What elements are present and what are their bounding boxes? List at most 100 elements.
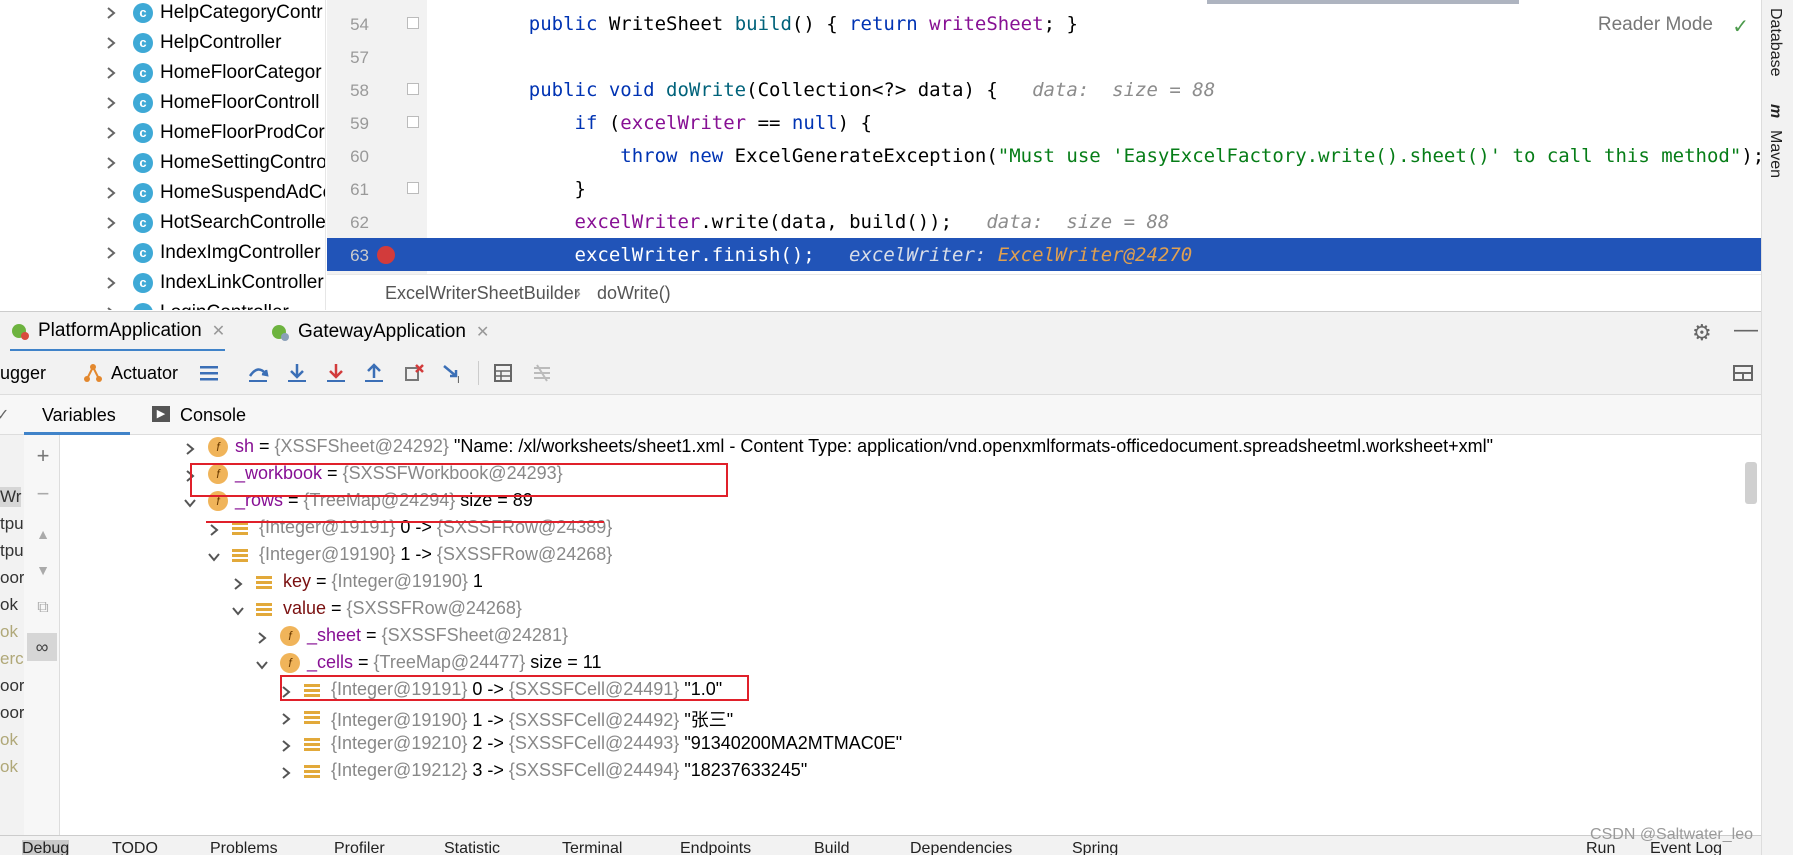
code-line[interactable]: 54 public WriteSheet build() { return wr… (327, 7, 1761, 40)
tree-item[interactable]: c HomeFloorControll (0, 88, 325, 118)
variable-row[interactable]: value = {SXSSFRow@24268} (61, 595, 1751, 625)
tab-console[interactable]: Console (180, 405, 246, 426)
fold-icon[interactable] (407, 83, 419, 95)
database-tool-tab[interactable]: Database (1766, 8, 1784, 77)
menu-icon[interactable] (198, 362, 220, 384)
tool-window-debug[interactable]: Debug (22, 840, 70, 855)
tool-window-profiler[interactable]: Profiler (334, 840, 385, 855)
tree-item[interactable]: c HelpController (0, 28, 325, 58)
execution-line[interactable]: 63 excelWriter.finish(); excelWriter: Ex… (327, 238, 1761, 271)
code-line[interactable]: 57 (327, 40, 1761, 73)
chevron-right-icon[interactable] (183, 440, 197, 455)
add-watch-icon[interactable]: + (32, 445, 54, 467)
tree-item[interactable]: c HomeFloorProdCor (0, 118, 325, 148)
settings-gear-icon[interactable]: ⚙ (1692, 320, 1712, 346)
maven-tool-tab[interactable]: Maven (1766, 130, 1784, 178)
variables-scrollbar[interactable] (1745, 462, 1757, 504)
remove-watch-icon[interactable]: − (32, 483, 54, 505)
frame-item-cropped[interactable]: ok (0, 757, 18, 777)
tool-window-todo[interactable]: TODO (112, 840, 158, 855)
chevron-right-icon[interactable] (279, 764, 293, 779)
frame-item-cropped[interactable]: oor (0, 676, 24, 696)
tree-item[interactable]: c IndexLinkController (0, 268, 325, 298)
chevron-right-icon[interactable] (104, 306, 118, 310)
fold-icon[interactable] (407, 17, 419, 29)
chevron-right-icon[interactable] (231, 575, 245, 590)
collapse-icon[interactable]: ✓ (0, 405, 9, 425)
step-into-icon[interactable] (286, 362, 308, 384)
chevron-right-icon[interactable] (104, 156, 118, 170)
frame-item-cropped[interactable]: oor (0, 703, 24, 723)
tree-item[interactable]: c LoginController (0, 298, 325, 310)
tool-window-terminal[interactable]: Terminal (562, 840, 622, 855)
chevron-right-icon[interactable] (255, 629, 269, 644)
chevron-right-icon[interactable] (104, 276, 118, 290)
tool-window-build[interactable]: Build (814, 840, 850, 855)
tool-window-endpoints[interactable]: Endpoints (680, 840, 751, 855)
variable-row[interactable]: {Integer@19191} 0 -> {SXSSFRow@24389} (61, 514, 1751, 544)
debugger-tab[interactable]: ugger (0, 363, 46, 384)
frame-item-cropped[interactable]: tpu (0, 514, 24, 534)
drop-frame-icon[interactable] (403, 362, 425, 384)
copy-icon[interactable]: ⧉ (32, 597, 54, 619)
breadcrumb-class[interactable]: ExcelWriterSheetBuilder (385, 283, 580, 304)
code-line[interactable]: 62 excelWriter.write(data, build()); dat… (327, 205, 1761, 238)
tab-gateway-application[interactable]: GatewayApplication ✕ (270, 312, 489, 352)
tool-window-statistic[interactable]: Statistic (444, 840, 500, 855)
code-editor[interactable]: Reader Mode ✓ 54 public WriteSheet build… (327, 0, 1761, 310)
variable-row[interactable]: key = {Integer@19190} 1 (61, 568, 1751, 598)
fold-icon[interactable] (407, 116, 419, 128)
chevron-right-icon[interactable] (104, 66, 118, 80)
tool-window-dependencies[interactable]: Dependencies (910, 840, 1012, 855)
chevron-right-icon[interactable] (207, 521, 221, 536)
chevron-right-icon[interactable] (104, 96, 118, 110)
layout-options-icon[interactable] (1732, 362, 1754, 384)
chevron-down-icon[interactable] (255, 656, 269, 670)
tree-item[interactable]: c IndexImgController (0, 238, 325, 268)
tree-item[interactable]: c HomeSuspendAdCo (0, 178, 325, 208)
frame-item-cropped[interactable]: ok (0, 730, 18, 750)
breadcrumb-method[interactable]: doWrite() (597, 283, 671, 304)
frames-panel[interactable]: Wr tpu tpu oor ok ok erc oor oor ok ok (0, 435, 24, 835)
variable-row[interactable]: f sh = {XSSFSheet@24292} "Name: /xl/works… (61, 435, 1751, 463)
code-line[interactable]: 61 } (327, 172, 1761, 205)
tree-item[interactable]: c HelpCategoryContr (0, 0, 325, 28)
variable-row[interactable]: {Integer@19190} 1 -> {SXSSFCell@24492} "… (61, 703, 1751, 733)
tree-item[interactable]: c HomeFloorCategor (0, 58, 325, 88)
chevron-down-icon[interactable] (231, 602, 245, 616)
tool-window-spring[interactable]: Spring (1072, 840, 1118, 855)
frame-item-cropped[interactable]: erc (0, 649, 24, 669)
tree-item[interactable]: c HotSearchControlle (0, 208, 325, 238)
variable-row[interactable]: {Integer@19212} 3 -> {SXSSFCell@24494} "… (61, 757, 1751, 787)
code-line[interactable]: 58 public void doWrite(Collection<?> dat… (327, 73, 1761, 106)
fold-icon[interactable] (407, 182, 419, 194)
tool-window-problems[interactable]: Problems (210, 840, 278, 855)
breakpoint-icon[interactable] (377, 246, 395, 264)
run-to-cursor-icon[interactable]: I (442, 362, 464, 386)
chevron-down-icon[interactable] (207, 548, 221, 562)
move-up-icon[interactable]: ▲ (32, 523, 54, 545)
frame-item-cropped[interactable]: ok (0, 622, 18, 642)
chevron-right-icon[interactable] (104, 246, 118, 260)
evaluate-expression-icon[interactable] (492, 362, 514, 384)
show-watches-icon[interactable]: ∞ (27, 633, 57, 661)
code-line[interactable]: 59 if (excelWriter == null) { (327, 106, 1761, 139)
chevron-right-icon[interactable] (279, 710, 293, 725)
chevron-right-icon[interactable] (104, 186, 118, 200)
editor-horizontal-scrollbar[interactable] (1207, 0, 1519, 4)
tree-item[interactable]: c HomeSettingContro (0, 148, 325, 178)
frame-item-cropped[interactable]: Wr (0, 487, 22, 507)
chevron-right-icon[interactable] (104, 6, 118, 20)
code-line[interactable]: 60 throw new ExcelGenerateException("Mus… (327, 139, 1761, 172)
step-over-icon[interactable] (247, 362, 269, 384)
actuator-tab[interactable]: Actuator (111, 363, 178, 384)
variable-row[interactable]: f _sheet = {SXSSFSheet@24281} (61, 622, 1751, 652)
chevron-right-icon[interactable] (104, 126, 118, 140)
maven-icon[interactable]: m (1766, 104, 1784, 118)
frame-item-cropped[interactable]: oor (0, 568, 24, 588)
frame-item-cropped[interactable]: tpu (0, 541, 24, 561)
chevron-right-icon[interactable] (104, 36, 118, 50)
tab-platform-application[interactable]: PlatformApplication ✕ (10, 312, 226, 352)
variable-row[interactable]: {Integer@19190} 1 -> {SXSSFRow@24268} (61, 541, 1751, 571)
frame-item-cropped[interactable]: ok (0, 595, 18, 615)
